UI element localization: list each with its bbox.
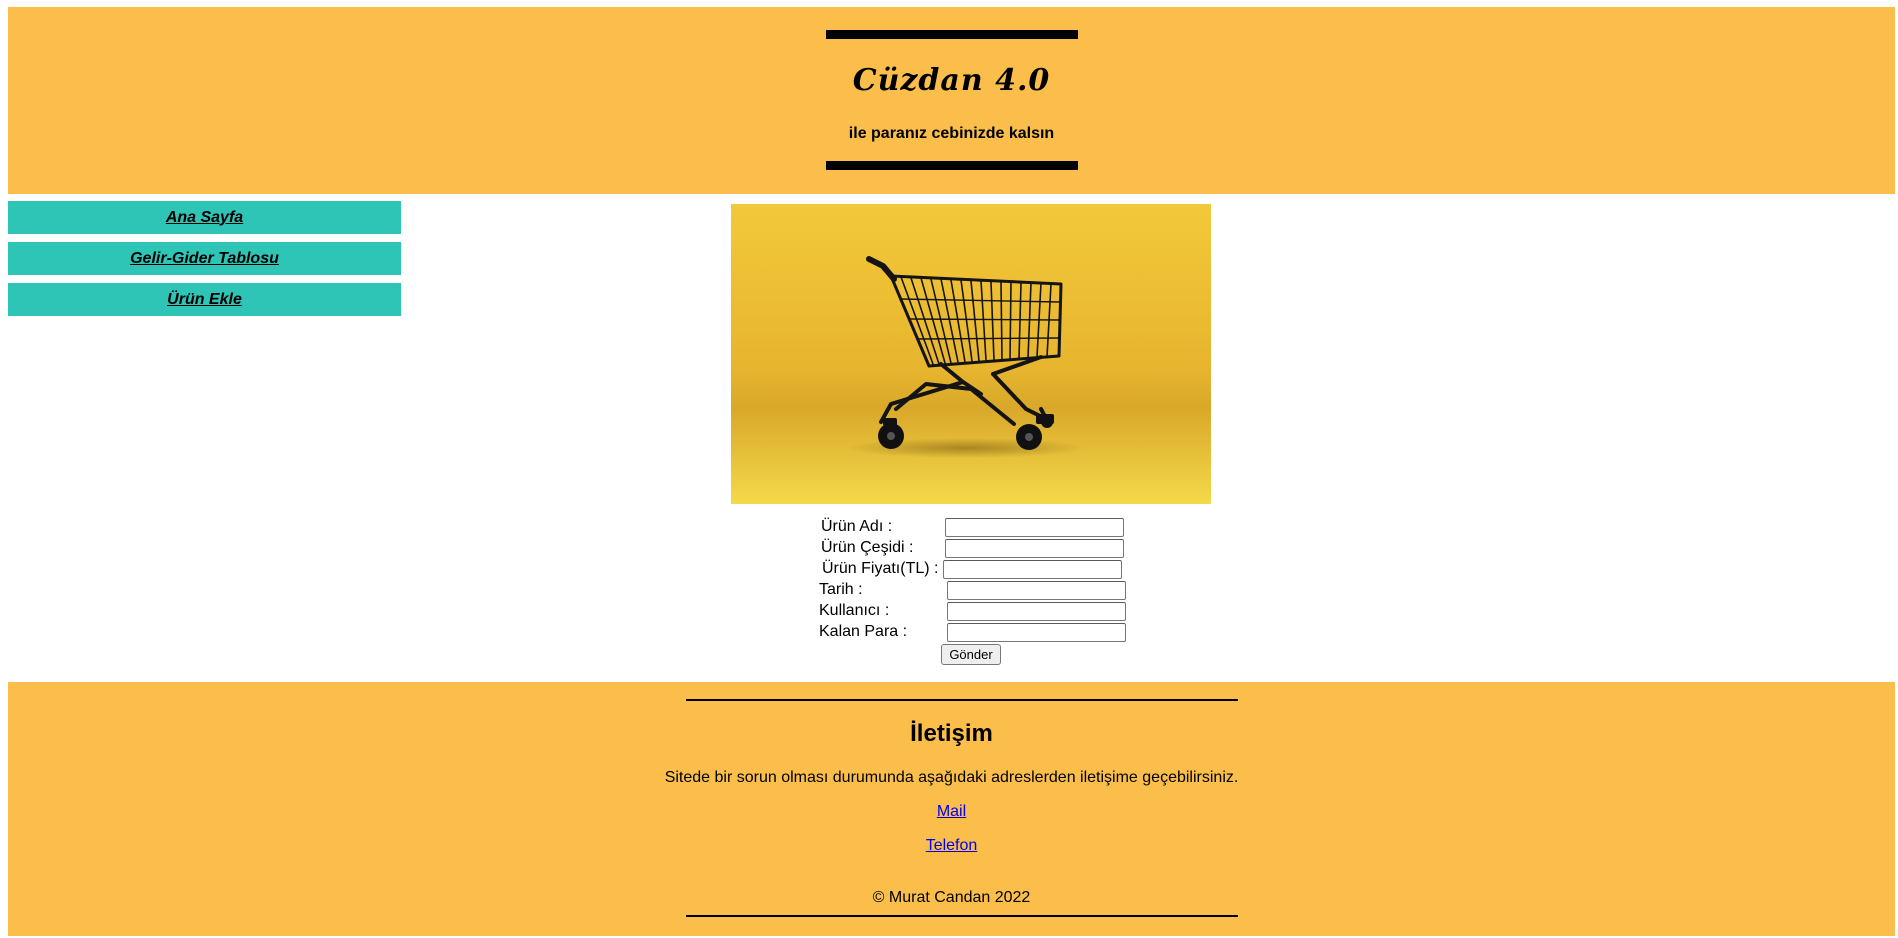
- product-type-label: Ürün Çeşidi :: [821, 539, 914, 556]
- remaining-money-label: Kalan Para :: [819, 623, 908, 640]
- phone-link[interactable]: Telefon: [926, 837, 978, 854]
- nav-item-urun-ekle[interactable]: Ürün Ekle: [8, 283, 401, 316]
- nav-item-ana-sayfa[interactable]: Ana Sayfa: [8, 201, 401, 234]
- footer-title: İletişim: [910, 720, 993, 747]
- mail-link[interactable]: Mail: [937, 803, 966, 820]
- product-price-label: Ürün Fiyatı(TL) :: [822, 560, 939, 577]
- header-top-bar: [826, 30, 1078, 39]
- footer-description: Sitede bir sorun olması durumunda aşağıd…: [664, 769, 1239, 786]
- product-name-input[interactable]: [945, 518, 1124, 537]
- product-type-input[interactable]: [945, 539, 1124, 558]
- remaining-money-input[interactable]: [947, 623, 1126, 642]
- date-label: Tarih :: [819, 581, 863, 598]
- shopping-cart-image: [731, 204, 1211, 504]
- brand-tagline: ile paranız cebinizde kalsın: [848, 125, 1055, 142]
- footer-phone-row: Telefon: [8, 837, 1895, 855]
- header-bottom-bar: [826, 161, 1078, 170]
- nav-item-gelir-gider-tablosu[interactable]: Gelir-Gider Tablosu: [8, 242, 401, 275]
- site-header: Cüzdan 4.0 ile paranız cebinizde kalsın: [8, 7, 1895, 194]
- footer-bottom-line: [686, 915, 1238, 917]
- site-footer: İletişim Sitede bir sorun olması durumun…: [8, 682, 1895, 936]
- footer-mail-row: Mail: [8, 803, 1895, 821]
- brand-title: Cüzdan 4.0: [852, 63, 1051, 98]
- user-label: Kullanıcı :: [819, 602, 890, 619]
- copyright: © Murat Candan 2022: [872, 889, 1031, 906]
- footer-top-line: [686, 699, 1238, 701]
- date-input[interactable]: [947, 581, 1126, 600]
- submit-button[interactable]: Gönder: [941, 644, 1001, 665]
- product-price-input[interactable]: [943, 560, 1122, 579]
- user-input[interactable]: [947, 602, 1126, 621]
- product-name-label: Ürün Adı :: [821, 518, 893, 535]
